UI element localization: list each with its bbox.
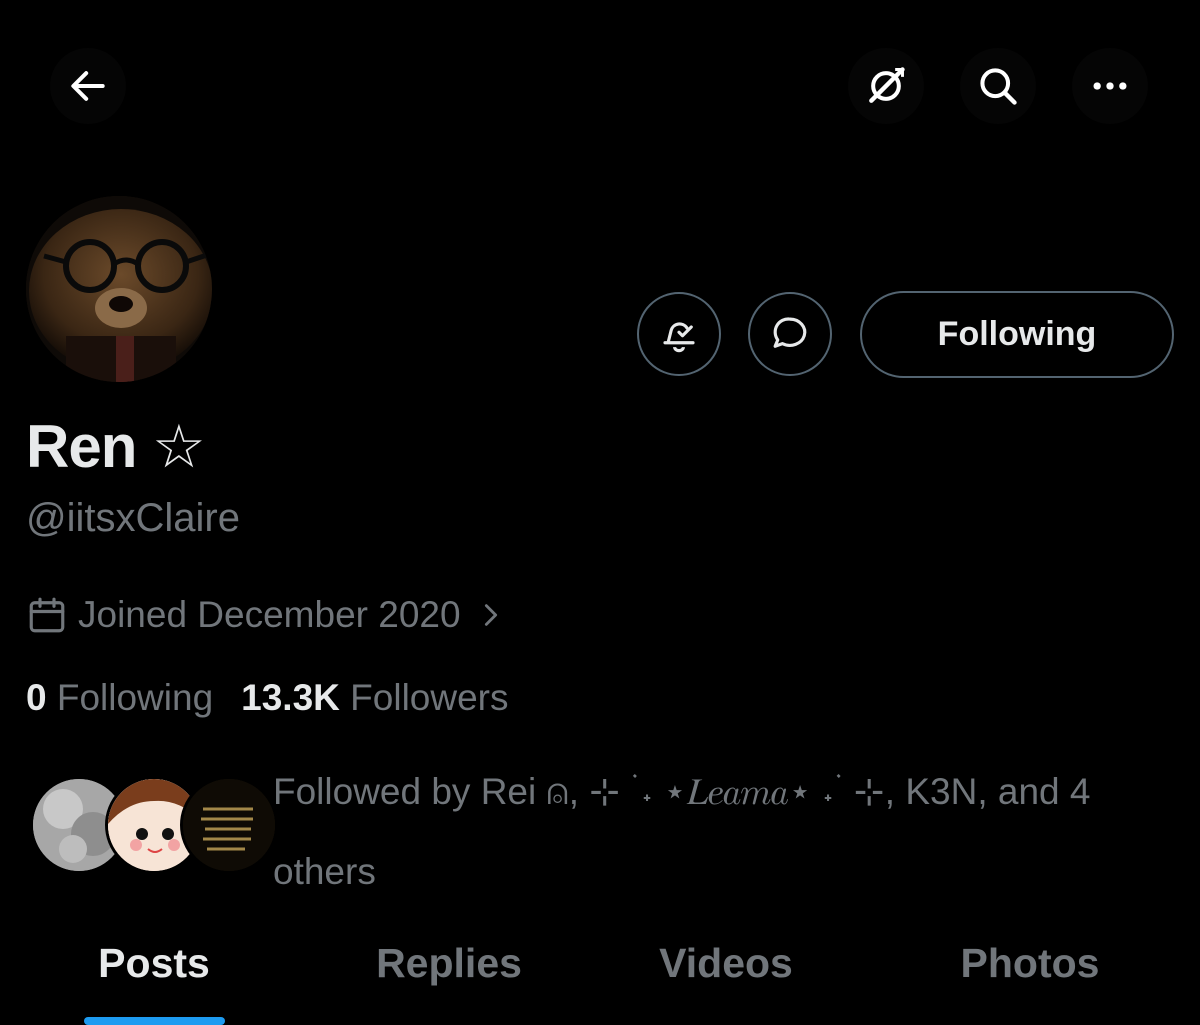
following-label: Following [56, 677, 214, 718]
tab-videos[interactable]: Videos [659, 940, 793, 987]
followers-count: 13.3K [241, 677, 340, 718]
bell-check-icon [663, 322, 695, 353]
followed-by-avatars[interactable] [30, 776, 278, 874]
back-button[interactable] [50, 48, 126, 124]
display-name: Ren ☆ [26, 413, 206, 480]
calendar-icon [29, 597, 65, 633]
search-button[interactable] [960, 48, 1036, 124]
grok-icon [869, 67, 905, 103]
search-icon [980, 68, 1017, 105]
follower-avatar-3-image [183, 779, 275, 871]
joined-date: Joined December 2020 [78, 594, 461, 635]
chat-bubble-icon [773, 317, 807, 348]
tab-photos[interactable]: Photos [961, 940, 1100, 987]
following-link[interactable]: 0 Following [26, 677, 213, 718]
tab-replies[interactable]: Replies [376, 940, 522, 987]
joined-date-row[interactable]: Joined December 2020 [26, 594, 505, 636]
back-arrow-icon [71, 71, 105, 101]
message-button[interactable] [748, 292, 832, 376]
more-button[interactable] [1072, 48, 1148, 124]
followers-label: Followers [350, 677, 509, 718]
more-icon [1093, 82, 1127, 90]
followed-by-text[interactable]: Followed by Rei ⍝, ⊹ ࣪ ˖ ⋆𝐿𝑒𝑎𝑚𝑎⋆ ˖ ࣪ ⊹, … [273, 752, 1173, 912]
grok-button[interactable] [848, 48, 924, 124]
profile-tabs: Posts Replies Videos Photos [0, 930, 1200, 1025]
following-button[interactable]: Following [860, 291, 1174, 378]
tab-posts[interactable]: Posts [98, 940, 210, 987]
follower-avatar-3 [180, 776, 278, 874]
followers-link[interactable]: 13.3K Followers [241, 677, 508, 718]
chevron-right-icon [484, 604, 497, 626]
profile-page: Following Ren ☆ @iitsxClaire Joined Dece… [0, 0, 1200, 1025]
avatar[interactable] [26, 196, 212, 382]
handle: @iitsxClaire [26, 496, 240, 540]
following-count: 0 [26, 677, 47, 718]
notifications-button[interactable] [637, 292, 721, 376]
active-tab-indicator [84, 1017, 225, 1025]
follow-stats: 0 Following 13.3K Followers [26, 677, 509, 719]
avatar-image [26, 196, 212, 382]
